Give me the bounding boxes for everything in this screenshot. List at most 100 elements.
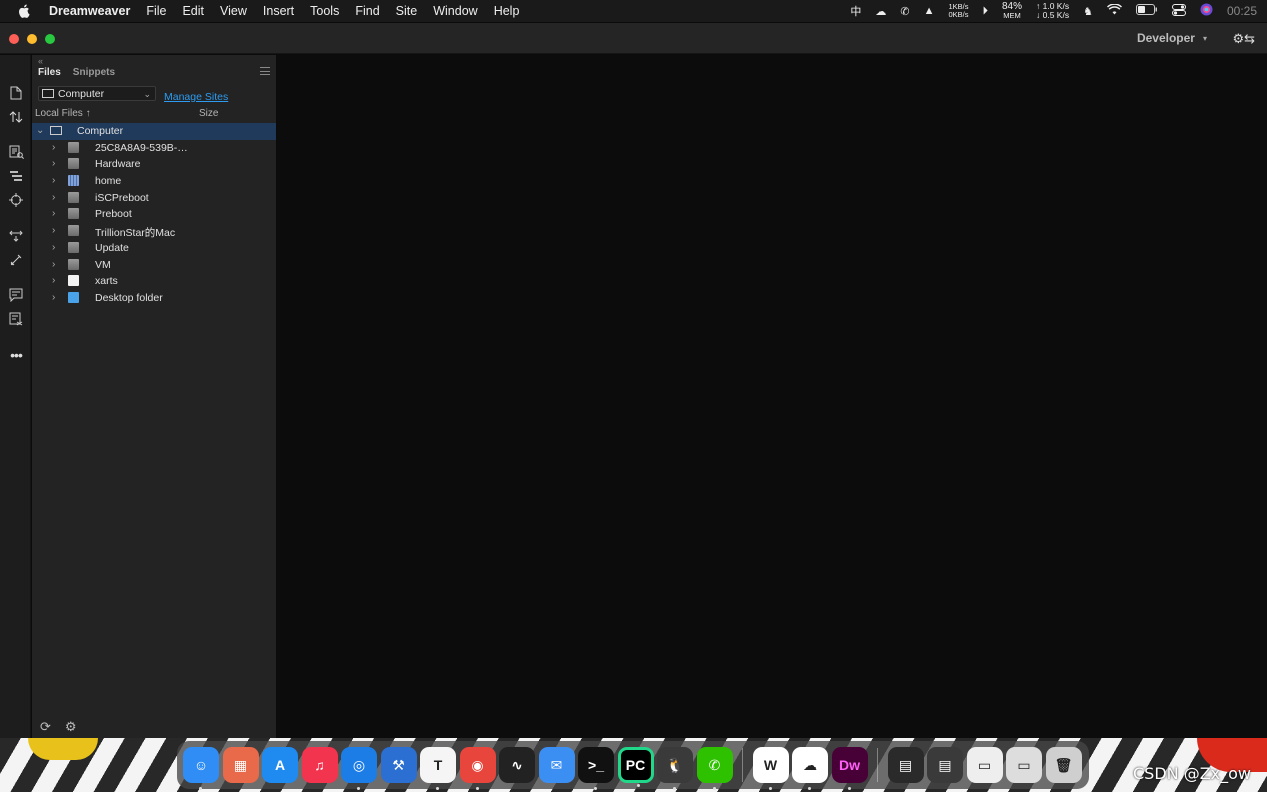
speed-meter[interactable]: ↑ 1.0 K/s ↓ 0.5 K/s [1036,2,1069,20]
menu-window[interactable]: Window [425,0,485,22]
chevron-right-icon[interactable]: › [52,242,55,253]
tree-row[interactable]: › home [32,173,276,190]
wechat-status-icon[interactable]: ✆ [900,5,909,18]
menu-view[interactable]: View [212,0,255,22]
running-indicator [847,787,851,790]
window-thumb-4-icon[interactable]: ▭ [1006,747,1042,783]
menu-app-name[interactable]: Dreamweaver [41,0,138,22]
dreamweaver-icon[interactable]: Dw [831,747,868,790]
file-transfer-icon[interactable] [7,109,25,125]
wechat-icon[interactable]: ✆ [696,747,733,790]
refresh-icon[interactable]: ⟳ [40,719,51,735]
tree-row[interactable]: › xarts [32,273,276,290]
remove-comment-icon[interactable] [7,311,25,327]
baidu-netdisk-icon[interactable]: ☁ [792,747,828,790]
cloud-sync-icon[interactable]: ☁ [875,5,886,18]
menu-tools[interactable]: Tools [302,0,347,22]
unicorn-icon[interactable]: ♞ [1083,5,1093,18]
finder-icon[interactable]: ☺ [183,747,219,790]
chevron-right-icon[interactable]: › [52,175,55,186]
apple-menu-icon[interactable] [17,4,31,18]
app-store-icon[interactable]: A [262,747,298,783]
tree-row[interactable]: › Desktop folder [32,290,276,307]
code-inspect-icon[interactable] [7,144,25,160]
apply-comment-icon[interactable] [7,287,25,303]
tree-row[interactable]: ⌄ Computer [32,123,276,140]
memory-meter[interactable]: 84% MEM [1002,2,1022,20]
tree-row[interactable]: › 25C8A8A9-539B-… [32,140,276,157]
menu-edit[interactable]: Edit [174,0,212,22]
manage-sites-link[interactable]: Manage Sites [164,91,228,103]
chevron-right-icon[interactable]: › [52,275,55,286]
menu-site[interactable]: Site [388,0,426,22]
clock[interactable]: 00:25 [1227,4,1257,18]
column-local-files[interactable]: Local Files ↑ [35,108,91,119]
cat-status-icon[interactable]: ▲ [924,5,935,17]
chevron-right-icon[interactable]: › [52,158,55,169]
window-maximize-button[interactable] [45,34,55,44]
tree-row[interactable]: › Preboot [32,206,276,223]
window-thumb-1-icon[interactable]: ▤ [887,747,924,783]
pycharm-icon[interactable]: PC [617,747,654,787]
safari-icon[interactable]: ◎ [341,747,377,790]
network-speed[interactable]: 1KB/s 0KB/s [948,3,968,19]
battery-icon[interactable] [1135,4,1158,18]
menu-find[interactable]: Find [347,0,387,22]
tree-row[interactable]: › iSCPreboot [32,190,276,207]
chevron-down-icon[interactable]: ⌄ [36,125,44,136]
mem-label: MEM [1003,11,1021,20]
window-minimize-button[interactable] [27,34,37,44]
mail-icon[interactable]: ✉ [538,747,575,783]
activity-monitor-icon[interactable]: ∿ [499,747,535,783]
trash-icon[interactable]: 🗑 [1045,747,1082,783]
typora-icon[interactable]: T [420,747,456,790]
input-method-icon[interactable]: 中 [850,3,861,19]
mail-glyph: ✉ [550,756,563,773]
new-document-icon[interactable] [7,85,25,101]
expand-collapse-icon[interactable] [7,227,25,243]
workspace-switcher[interactable]: Developer ▾ [1137,31,1207,45]
tree-row[interactable]: › Update [32,240,276,257]
terminal-icon[interactable]: >_ [578,747,614,790]
chevron-right-icon[interactable]: › [52,225,55,236]
site-settings-icon[interactable]: ⚙ [65,719,77,735]
running-indicator [199,787,202,790]
tree-row-label: Desktop folder [95,291,163,304]
window-thumb-2-icon[interactable]: ▤ [927,747,963,783]
net-down-text: 0KB/s [948,10,969,19]
wifi-icon[interactable] [1106,3,1122,18]
tab-files[interactable]: Files [32,65,67,81]
chevron-right-icon[interactable]: › [52,192,55,203]
chevron-right-icon[interactable]: › [52,208,55,219]
play-icon[interactable]: ⏵ [983,5,989,18]
document-area[interactable] [277,55,1267,738]
music-icon[interactable]: ♫ [301,747,338,783]
chrome-icon[interactable]: ◉ [459,747,496,790]
sync-settings-gear-icon[interactable]: ⚙⇆ [1232,31,1255,47]
column-size[interactable]: Size [199,108,218,119]
control-center-icon[interactable] [1171,3,1186,19]
tab-snippets[interactable]: Snippets [67,65,121,81]
chevron-right-icon[interactable]: › [52,142,55,153]
qq-icon[interactable]: 🐧 [657,747,693,790]
live-view-target-icon[interactable] [7,192,25,208]
wps-icon[interactable]: W [752,747,789,790]
site-select[interactable]: Computer ⌄ [38,86,156,101]
tree-row[interactable]: › TrillionStar的Mac [32,223,276,240]
chevron-right-icon[interactable]: › [52,259,55,270]
launchpad-icon[interactable]: ▦ [222,747,259,783]
xcode-icon[interactable]: ⚒ [380,747,417,783]
format-source-icon[interactable] [0,164,31,188]
tree-row[interactable]: › VM [32,257,276,274]
siri-icon[interactable] [1200,3,1213,19]
chevron-right-icon[interactable]: › [52,292,55,303]
wrap-tag-icon[interactable] [7,252,25,268]
window-thumb-3-icon[interactable]: ▭ [966,747,1003,783]
menu-insert[interactable]: Insert [255,0,302,22]
menu-file[interactable]: File [138,0,174,22]
window-close-button[interactable] [9,34,19,44]
menu-help[interactable]: Help [486,0,528,22]
tree-row[interactable]: › Hardware [32,156,276,173]
panel-menu-icon[interactable] [260,67,270,75]
more-tools-icon[interactable]: ••• [7,347,25,363]
